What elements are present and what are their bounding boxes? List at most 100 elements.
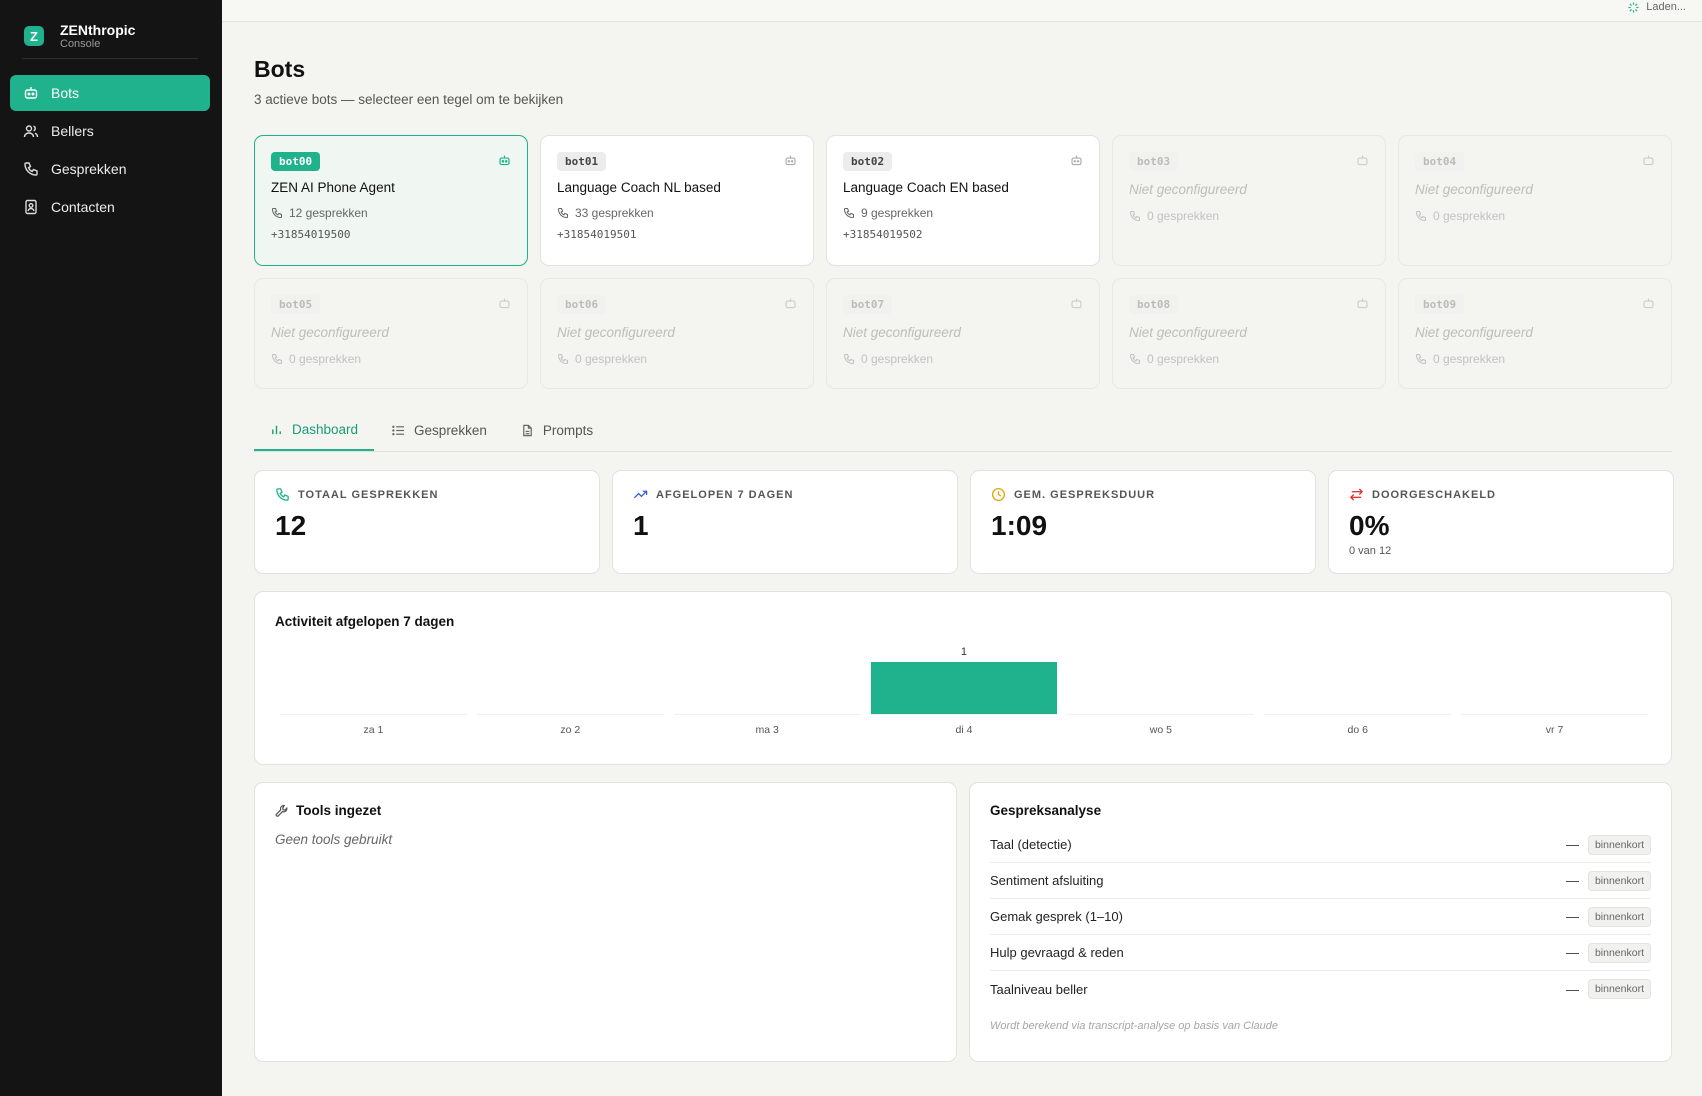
tools-header: Tools ingezet: [275, 803, 936, 818]
bot-call-count: 0 gesprekken: [1415, 209, 1655, 223]
bot-icon: [784, 154, 797, 167]
stat-note: 0 van 12: [1349, 545, 1392, 557]
bot-icon: [498, 297, 511, 310]
chart-bar-baseline: [673, 714, 861, 715]
bot-id-badge: bot07: [843, 295, 893, 314]
bot-tile-bot05[interactable]: bot05 Niet geconfigureerd 0 gesprekken: [254, 278, 528, 389]
bot-name: Language Coach NL based: [557, 180, 721, 195]
stat-value: 0%: [1349, 510, 1390, 541]
bot-icon: [784, 297, 797, 310]
chart-bar-slot: vr 7: [1461, 644, 1648, 752]
analysis-row: Hulp gevraagd & reden — binnenkort: [990, 935, 1651, 971]
analysis-label: Hulp gevraagd & reden: [990, 945, 1124, 960]
sidebar-item-label: Contacten: [51, 199, 115, 215]
chart-tick-label: ma 3: [755, 724, 779, 736]
bot-calls-text: 12 gesprekken: [289, 206, 368, 220]
analysis-value: —: [1565, 981, 1579, 997]
trending-up-icon: [633, 487, 648, 502]
analysis-row: Sentiment afsluiting — binnenkort: [990, 863, 1651, 899]
phone-icon: [843, 207, 855, 219]
sidebar-item-bellers[interactable]: Bellers: [10, 113, 210, 149]
phone-icon: [1129, 353, 1141, 365]
bot-icon: [1642, 154, 1655, 167]
bot-icon: [1070, 154, 1083, 167]
analysis-status: — binnenkort: [1566, 942, 1651, 963]
chart-bar-baseline: [870, 714, 1058, 715]
analysis-title: Gespreksanalyse: [990, 803, 1102, 818]
bot-grid-row-1: bot00 ZEN AI Phone Agent 12 gesprekken +…: [254, 135, 1672, 266]
bot-tile-bot09[interactable]: bot09 Niet geconfigureerd 0 gesprekken: [1398, 278, 1672, 389]
analysis-label: Taalniveau beller: [990, 981, 1088, 997]
sidebar-item-gesprekken[interactable]: Gesprekken: [10, 151, 210, 187]
bot-calls-text: 0 gesprekken: [1433, 352, 1506, 366]
bot-id-badge: bot00: [271, 152, 321, 171]
bot-calls-text: 9 gesprekken: [861, 206, 934, 220]
stat-header: TOTAAL GESPREKKEN: [275, 487, 579, 502]
wrench-icon: [275, 804, 289, 818]
bot-id-badge: bot03: [1129, 152, 1179, 171]
analysis-card: Gespreksanalyse Taal (detectie) — binnenk…: [969, 782, 1672, 1062]
tab-prompts[interactable]: Prompts: [505, 410, 609, 451]
bot-icon: [1356, 154, 1369, 167]
activity-chart-card: Activiteit afgelopen 7 dagen za 1 zo 2 ma …: [254, 591, 1672, 765]
chart-tick-label: za 1: [363, 724, 384, 736]
tools-card: Tools ingezet Geen tools gebruikt: [254, 782, 957, 1062]
tab-label: Prompts: [542, 423, 594, 438]
chart-bar-baseline: [1264, 714, 1452, 715]
bot-tile-bot00[interactable]: bot00 ZEN AI Phone Agent 12 gesprekken +…: [254, 135, 528, 266]
stat-label: TOTAAL GESPREKKEN: [298, 488, 439, 501]
stat-value: 1: [633, 510, 649, 541]
bot-name: ZEN AI Phone Agent: [271, 180, 395, 195]
phone-icon: [1415, 353, 1427, 365]
tab-label: Dashboard: [292, 422, 359, 437]
bot-call-count: 0 gesprekken: [843, 352, 1083, 366]
bot-id-badge: bot06: [557, 295, 607, 314]
phone-icon: [557, 353, 569, 365]
chart-bar-slot: ma 3: [673, 644, 861, 752]
chart-tick-label: di 4: [955, 724, 973, 736]
bot-tile-bot08[interactable]: bot08 Niet geconfigureerd 0 gesprekken: [1112, 278, 1386, 389]
bar-chart-icon: [270, 423, 283, 436]
analysis-value: —: [1565, 909, 1579, 924]
chart-tick-label: wo 5: [1149, 724, 1172, 736]
chart-data-label: 1: [960, 646, 968, 658]
chart-bar-slot: do 6: [1264, 644, 1452, 752]
sidebar-item-bots[interactable]: Bots: [10, 75, 210, 111]
phone-icon: [271, 353, 283, 365]
coming-soon-badge: binnenkort: [1587, 906, 1651, 927]
bot-tile-bot01[interactable]: bot01 Language Coach NL based 33 gesprek…: [540, 135, 814, 266]
analysis-status: — binnenkort: [1566, 834, 1651, 855]
bot-icon: [1356, 297, 1369, 310]
bot-tile-bot06[interactable]: bot06 Niet geconfigureerd 0 gesprekken: [540, 278, 814, 389]
bot-tile-bot07[interactable]: bot07 Niet geconfigureerd 0 gesprekken: [826, 278, 1100, 389]
stat-label: AFGELOPEN 7 DAGEN: [656, 488, 794, 501]
loading-indicator: Laden...: [1628, 0, 1686, 14]
coming-soon-badge: binnenkort: [1587, 870, 1651, 891]
tab-dashboard[interactable]: Dashboard: [254, 410, 375, 451]
bot-calls-text: 0 gesprekken: [289, 352, 362, 366]
brand[interactable]: Z ZENthropic Console: [0, 0, 222, 58]
sidebar-item-contacten[interactable]: Contacten: [10, 189, 210, 225]
bot-tile-bot04[interactable]: bot04 Niet geconfigureerd 0 gesprekken: [1398, 135, 1672, 266]
bot-call-count: 0 gesprekken: [1415, 352, 1655, 366]
stat-header: GEM. GESPREKSDUUR: [991, 487, 1295, 502]
analysis-row: Gemak gesprek (1–10) — binnenkort: [990, 899, 1651, 935]
bot-tile-bot02[interactable]: bot02 Language Coach EN based 9 gesprekk…: [826, 135, 1100, 266]
bot-tile-bot03[interactable]: bot03 Niet geconfigureerd 0 gesprekken: [1112, 135, 1386, 266]
coming-soon-badge: binnenkort: [1587, 942, 1651, 963]
bot-phone-number: +31854019502: [843, 228, 923, 241]
stat-header: AFGELOPEN 7 DAGEN: [633, 487, 937, 502]
tab-gesprekken[interactable]: Gesprekken: [376, 410, 503, 451]
bot-call-count: 0 gesprekken: [1129, 352, 1369, 366]
topbar: Laden...: [222, 0, 1702, 22]
bot-id-badge: bot09: [1415, 295, 1465, 314]
stat-label: DOORGESCHAKELD: [1372, 488, 1497, 501]
stat-card-transferred: DOORGESCHAKELD 0% 0 van 12: [1328, 470, 1674, 574]
bot-call-count: 33 gesprekken: [557, 206, 797, 220]
brand-name: ZENthropic: [60, 21, 136, 38]
chart-bar-slot: zo 2: [476, 644, 664, 752]
bot-call-count: 0 gesprekken: [1129, 209, 1369, 223]
stat-value: 1:09: [991, 510, 1048, 541]
page-subtitle: 3 actieve bots — selecteer een tegel om …: [254, 92, 564, 107]
bot-name: Niet geconfigureerd: [843, 325, 961, 340]
